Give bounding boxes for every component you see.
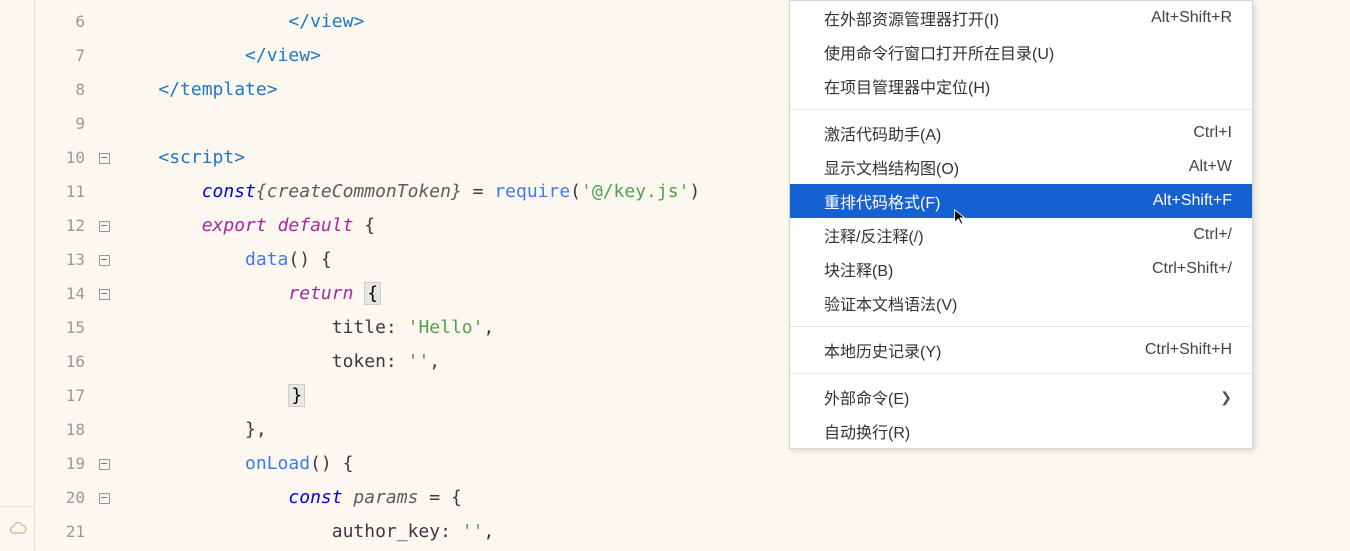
menu-shortcut: Ctrl+I — [1193, 124, 1232, 142]
menu-item-label: 在项目管理器中定位(H) — [824, 74, 990, 98]
fold-marker[interactable]: − — [93, 277, 115, 311]
menu-shortcut: Alt+Shift+R — [1151, 9, 1232, 27]
menu-item[interactable]: 自动换行(R) — [790, 414, 1252, 448]
fold-marker — [93, 345, 115, 379]
menu-item-label: 使用命令行窗口打开所在目录(U) — [824, 40, 1054, 64]
code-line[interactable]: const params = { — [115, 481, 1350, 515]
menu-item-label: 自动换行(R) — [824, 419, 910, 443]
menu-item[interactable]: 激活代码助手(A) Ctrl+I — [790, 116, 1252, 150]
fold-marker[interactable]: − — [93, 141, 115, 175]
line-number: 15 — [35, 311, 85, 345]
fold-marker[interactable]: − — [93, 209, 115, 243]
menu-item-label: 本地历史记录(Y) — [824, 338, 941, 362]
fold-collapse-icon[interactable]: − — [99, 493, 110, 504]
fold-marker — [93, 311, 115, 345]
menu-item-label: 激活代码助手(A) — [824, 121, 941, 145]
menu-item-label: 在外部资源管理器打开(I) — [824, 6, 999, 30]
fold-marker — [93, 39, 115, 73]
menu-item[interactable]: 重排代码格式(F) Alt+Shift+F — [790, 184, 1252, 218]
menu-item[interactable]: 块注释(B) Ctrl+Shift+/ — [790, 252, 1252, 286]
line-number: 9 — [35, 107, 85, 141]
menu-item[interactable]: 使用命令行窗口打开所在目录(U) — [790, 35, 1252, 69]
side-footer — [0, 506, 35, 551]
line-number: 16 — [35, 345, 85, 379]
fold-marker — [93, 175, 115, 209]
menu-item[interactable]: 外部命令(E) ❯ — [790, 380, 1252, 414]
fold-marker — [93, 379, 115, 413]
fold-collapse-icon[interactable]: − — [99, 459, 110, 470]
menu-item-label: 块注释(B) — [824, 257, 893, 281]
line-number: 11 — [35, 175, 85, 209]
cloud-icon — [8, 519, 28, 539]
line-number: 21 — [35, 515, 85, 549]
line-number: 14 — [35, 277, 85, 311]
chevron-right-icon: ❯ — [1220, 389, 1232, 406]
line-number: 17 — [35, 379, 85, 413]
line-number: 20 — [35, 481, 85, 515]
menu-item[interactable]: 本地历史记录(Y) Ctrl+Shift+H — [790, 333, 1252, 367]
menu-item-label: 验证本文档语法(V) — [824, 291, 957, 315]
menu-separator — [790, 373, 1252, 374]
menu-item[interactable]: 在外部资源管理器打开(I) Alt+Shift+R — [790, 1, 1252, 35]
line-number-gutter: 6789101112131415161718192021 — [35, 0, 93, 551]
menu-item-label: 外部命令(E) — [824, 385, 909, 409]
side-strip — [0, 0, 35, 551]
menu-item[interactable]: 注释/反注释(/) Ctrl+/ — [790, 218, 1252, 252]
menu-shortcut: Ctrl+Shift+/ — [1152, 260, 1232, 278]
context-menu[interactable]: 在外部资源管理器打开(I) Alt+Shift+R 使用命令行窗口打开所在目录(U)… — [789, 0, 1253, 449]
fold-marker[interactable]: − — [93, 243, 115, 277]
fold-marker — [93, 515, 115, 549]
menu-item[interactable]: 在项目管理器中定位(H) — [790, 69, 1252, 103]
line-number: 6 — [35, 5, 85, 39]
line-number: 12 — [35, 209, 85, 243]
menu-separator — [790, 109, 1252, 110]
line-number: 7 — [35, 39, 85, 73]
menu-separator — [790, 326, 1252, 327]
fold-collapse-icon[interactable]: − — [99, 289, 110, 300]
menu-item-label: 注释/反注释(/) — [824, 223, 924, 247]
code-line[interactable]: onLoad() { — [115, 447, 1350, 481]
fold-collapse-icon[interactable]: − — [99, 255, 110, 266]
menu-shortcut: Alt+Shift+F — [1153, 192, 1232, 210]
line-number: 19 — [35, 447, 85, 481]
line-number: 8 — [35, 73, 85, 107]
fold-marker — [93, 5, 115, 39]
code-line[interactable]: author_key: '', — [115, 515, 1350, 549]
fold-marker[interactable]: − — [93, 447, 115, 481]
fold-collapse-icon[interactable]: − — [99, 153, 110, 164]
menu-item[interactable]: 显示文档结构图(O) Alt+W — [790, 150, 1252, 184]
menu-shortcut: Ctrl+/ — [1193, 226, 1232, 244]
fold-marker — [93, 413, 115, 447]
menu-shortcut: Alt+W — [1189, 158, 1232, 176]
line-number: 10 — [35, 141, 85, 175]
menu-shortcut: Ctrl+Shift+H — [1145, 341, 1232, 359]
menu-item[interactable]: 验证本文档语法(V) — [790, 286, 1252, 320]
fold-marker[interactable]: − — [93, 481, 115, 515]
fold-marker — [93, 107, 115, 141]
line-number: 18 — [35, 413, 85, 447]
line-number: 13 — [35, 243, 85, 277]
menu-item-label: 重排代码格式(F) — [824, 189, 940, 213]
fold-marker — [93, 73, 115, 107]
fold-column: − − − − − − — [93, 0, 115, 551]
menu-item-label: 显示文档结构图(O) — [824, 155, 959, 179]
fold-collapse-icon[interactable]: − — [99, 221, 110, 232]
